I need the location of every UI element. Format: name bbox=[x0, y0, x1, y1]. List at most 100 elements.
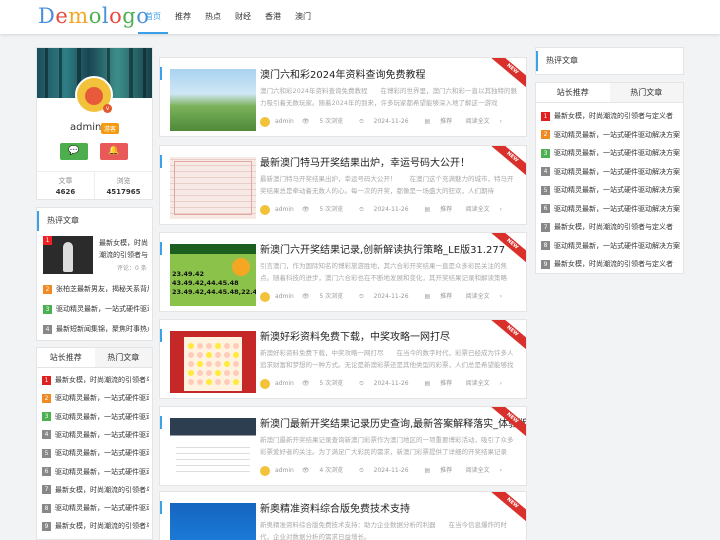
read-more-link[interactable]: 阅读全文 › bbox=[466, 204, 510, 216]
rank-tabs: 站长推荐 热门文章 bbox=[37, 348, 152, 368]
post-category[interactable]: ▤ 推荐 bbox=[425, 467, 461, 474]
rank-number: 9 bbox=[541, 259, 550, 269]
hot-item[interactable]: 4 最新短新闻集锦，聚焦时事热点 bbox=[43, 323, 149, 335]
nav-hot[interactable]: 热点 bbox=[198, 0, 228, 34]
rank-item[interactable]: 9 最新女模，时尚潮流的引领者与定义者 bbox=[541, 258, 681, 270]
hot-first-title[interactable]: 最新女模，时尚潮流的引领者与定义者 bbox=[99, 237, 149, 261]
post-date: ⏲ 2024-11-26 bbox=[359, 206, 409, 213]
rank-item[interactable]: 5 驱动精灵最新，一站式硬件驱动解决方案 bbox=[541, 184, 681, 196]
chevron-right-icon: › bbox=[499, 467, 502, 474]
rank-item[interactable]: 5 驱动精灵最新，一站式硬件驱动解决方案 bbox=[42, 447, 149, 459]
wechat-button[interactable]: 💬 bbox=[60, 143, 88, 160]
rank-item-title: 驱动精灵最新，一站式硬件驱动解决方案 bbox=[55, 412, 149, 421]
post-accent-bar bbox=[160, 67, 162, 80]
post-thumbnail[interactable] bbox=[170, 418, 256, 480]
tab-recommend[interactable]: 站长推荐 bbox=[37, 348, 95, 367]
rank-number: 1 bbox=[42, 375, 51, 385]
rank-item[interactable]: 3 驱动精灵最新，一站式硬件驱动解决方案 bbox=[541, 147, 681, 159]
rank-item-title: 驱动精灵最新，一站式硬件驱动解决方案 bbox=[55, 449, 149, 458]
tab-hot-articles[interactable]: 热门文章 bbox=[609, 83, 683, 102]
post-title[interactable]: 新奥精准资料综合版免费技术支持 bbox=[260, 500, 410, 515]
nav-finance[interactable]: 财经 bbox=[228, 0, 258, 34]
post-author[interactable]: admin bbox=[275, 293, 294, 300]
rank-item[interactable]: 7 最新女模，时尚潮流的引领者与定义者 bbox=[541, 221, 681, 233]
post-meta: admin 👁 4 次浏览 ⏲ 2024-11-26 ▤ 推荐 阅读全文 › bbox=[260, 465, 518, 477]
rank-tabs: 站长推荐 热门文章 bbox=[536, 83, 683, 103]
post-meta: admin 👁 5 次浏览 ⏲ 2024-11-26 ▤ 推荐 阅读全文 › bbox=[260, 116, 518, 128]
read-more-link[interactable]: 阅读全文 › bbox=[466, 378, 510, 390]
bell-icon: 🔔 bbox=[108, 146, 120, 156]
post-thumbnail[interactable]: 23.49.42 43.49.42,44.45.48 23.49.42,44.45.… bbox=[170, 244, 256, 306]
post-card[interactable]: 新奥精准资料综合版免费技术支持 新奥精准资料综合版免费技术支持：助力企业数据分析的… bbox=[159, 491, 527, 540]
post-card[interactable]: 最新澳门特马开奖结果出炉，幸运号码大公开！ 最新澳门特马开奖结果出炉，幸运号码大公… bbox=[159, 145, 527, 225]
post-card[interactable]: 新澳好彩资料免费下载，中奖攻略一网打尽 新澳好彩资料免费下载，中奖攻略一网打尽 在… bbox=[159, 319, 527, 399]
rank-item[interactable]: 1 最新女模，时尚潮流的引领者与定义者 bbox=[541, 110, 681, 122]
post-author[interactable]: admin bbox=[275, 380, 294, 387]
rank-item[interactable]: 2 驱动精灵最新，一站式硬件驱动解决方案 bbox=[42, 392, 149, 404]
rank-item[interactable]: 4 驱动精灵最新，一站式硬件驱动解决方案 bbox=[541, 166, 681, 178]
post-date: ⏲ 2024-11-26 bbox=[359, 467, 409, 474]
post-author[interactable]: admin bbox=[275, 206, 294, 213]
post-accent-bar bbox=[160, 242, 162, 255]
post-category[interactable]: ▤ 推荐 bbox=[425, 380, 461, 387]
read-more-link[interactable]: 阅读全文 › bbox=[466, 116, 510, 128]
rank-item[interactable]: 6 驱动精灵最新，一站式硬件驱动解决方案 bbox=[541, 203, 681, 215]
post-card[interactable]: 新澳门最新开奖结果记录历史查询,最新答案解释落实_体验版9... 新澳门最新开奖结… bbox=[159, 406, 527, 486]
rank-item[interactable]: 8 驱动精灵最新，一站式硬件驱动解决方案 bbox=[42, 502, 149, 514]
hot-item[interactable]: 2张柏芝最新男友，揭秘关系背后的故事 bbox=[43, 283, 149, 295]
post-author[interactable]: admin bbox=[275, 118, 294, 125]
rank-item[interactable]: 6 驱动精灵最新，一站式硬件驱动解决方案 bbox=[42, 466, 149, 478]
post-title[interactable]: 新澳门最新开奖结果记录历史查询,最新答案解释落实_体验版9... bbox=[260, 415, 526, 430]
post-category[interactable]: ▤ 推荐 bbox=[425, 118, 461, 125]
nav-home[interactable]: 首页 bbox=[138, 0, 168, 34]
post-date: ⏲ 2024-11-26 bbox=[359, 293, 409, 300]
hot-articles-box: 热评文章 1 最新女模，时尚潮流的引领者与定义者 评论：0 条 2张柏芝最新男友… bbox=[36, 207, 153, 341]
post-title[interactable]: 新澳门六开奖结果记录,创新解读执行策略_LE版31.277 bbox=[260, 241, 505, 256]
rank-item[interactable]: 4 驱动精灵最新，一站式硬件驱动解决方案 bbox=[42, 429, 149, 441]
post-meta: admin 👁 5 次浏览 ⏲ 2024-11-26 ▤ 推荐 阅读全文 › bbox=[260, 378, 518, 390]
post-title[interactable]: 最新澳门特马开奖结果出炉，幸运号码大公开！ bbox=[260, 154, 470, 169]
nav-hongkong[interactable]: 香港 bbox=[258, 0, 288, 34]
post-thumbnail[interactable] bbox=[170, 157, 256, 219]
rank-item[interactable]: 9 最新女模，时尚潮流的引领者与定义者 bbox=[42, 520, 149, 532]
post-author[interactable]: admin bbox=[275, 467, 294, 474]
rank-number: 3 bbox=[42, 412, 51, 422]
post-category[interactable]: ▤ 推荐 bbox=[425, 206, 461, 213]
tab-hot-articles[interactable]: 热门文章 bbox=[94, 348, 152, 367]
post-card[interactable]: 澳门六和彩2024年资料查询免费教程 澳门六和彩2024年资料查询免费教程 在博彩… bbox=[159, 57, 527, 137]
nav-recommend[interactable]: 推荐 bbox=[168, 0, 198, 34]
post-category[interactable]: ▤ 推荐 bbox=[425, 293, 461, 300]
hot-item[interactable]: 3驱动精灵最新，一站式硬件驱动解决方案 bbox=[43, 303, 149, 315]
rank-number: 1 bbox=[43, 236, 52, 245]
rank-item[interactable]: 2 驱动精灵最新，一站式硬件驱动解决方案 bbox=[541, 129, 681, 141]
eye-icon: 👁 bbox=[301, 467, 312, 474]
rank-item-title: 最新女模，时尚潮流的引领者与定义者 bbox=[55, 376, 149, 384]
rank-item-title: 驱动精灵最新，一站式硬件驱动解决方案 bbox=[55, 504, 149, 513]
rank-item[interactable]: 8 驱动精灵最新，一站式硬件驱动解决方案 bbox=[541, 240, 681, 252]
notification-button[interactable]: 🔔 bbox=[100, 143, 128, 160]
rank-number: 1 bbox=[541, 111, 550, 121]
post-date: ⏲ 2024-11-26 bbox=[359, 380, 409, 387]
post-card[interactable]: 23.49.42 43.49.42,44.45.48 23.49.42,44.45.… bbox=[159, 232, 527, 312]
chevron-right-icon: › bbox=[499, 293, 502, 300]
rank-item[interactable]: 1 最新女模，时尚潮流的引领者与定义者 bbox=[42, 374, 149, 386]
post-accent-bar bbox=[160, 329, 162, 342]
post-title[interactable]: 澳门六和彩2024年资料查询免费教程 bbox=[260, 66, 425, 81]
read-more-link[interactable]: 阅读全文 › bbox=[466, 291, 510, 303]
tab-recommend[interactable]: 站长推荐 bbox=[536, 83, 610, 102]
post-thumbnail[interactable] bbox=[170, 69, 256, 131]
rank-item[interactable]: 3 驱动精灵最新，一站式硬件驱动解决方案 bbox=[42, 411, 149, 423]
read-more-link[interactable]: 阅读全文 › bbox=[466, 465, 510, 477]
rank-item-title: 驱动精灵最新，一站式硬件驱动解决方案 bbox=[55, 430, 149, 439]
post-excerpt: 最新澳门特马开奖结果出炉，幸运号码大公开！ 在澳门这个充满魅力的城市，特马开奖结… bbox=[260, 175, 514, 195]
rank-item[interactable]: 7 最新女模，时尚潮流的引领者与定义者 bbox=[42, 484, 149, 496]
post-thumbnail[interactable] bbox=[170, 331, 256, 393]
post-thumbnail[interactable] bbox=[170, 503, 256, 540]
post-title[interactable]: 新澳好彩资料免费下载，中奖攻略一网打尽 bbox=[260, 328, 450, 343]
nav-macau[interactable]: 澳门 bbox=[288, 0, 318, 34]
rank-number: 7 bbox=[541, 222, 550, 232]
main-nav: 首页 推荐 热点 财经 香港 澳门 bbox=[138, 0, 318, 34]
author-avatar-icon bbox=[260, 378, 270, 389]
rank-item-title: 最新女模，时尚潮流的引领者与定义者 bbox=[55, 485, 149, 494]
site-logo[interactable]: Demologo bbox=[38, 4, 149, 28]
